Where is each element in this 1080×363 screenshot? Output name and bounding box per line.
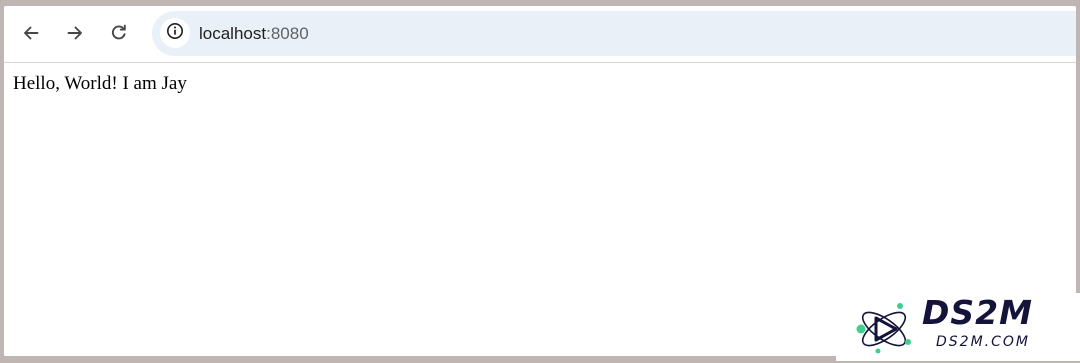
url-text[interactable]: localhost:8080 xyxy=(199,11,309,56)
arrow-right-icon xyxy=(65,23,85,43)
url-host: localhost xyxy=(199,24,267,43)
info-circle-icon xyxy=(166,22,184,45)
watermark-subtitle: DS2M.COM xyxy=(936,334,1030,350)
arrow-left-icon xyxy=(21,23,41,43)
back-button[interactable] xyxy=(16,18,46,48)
ds2m-logo-icon xyxy=(854,296,918,363)
forward-button[interactable] xyxy=(60,18,90,48)
site-info-button[interactable] xyxy=(160,18,190,48)
address-bar[interactable]: localhost:8080 xyxy=(152,11,1076,56)
reload-icon xyxy=(109,23,129,43)
watermark-title: DS2M xyxy=(922,293,1033,332)
reload-button[interactable] xyxy=(104,18,134,48)
watermark: DS2M DS2M.COM xyxy=(836,293,1080,361)
browser-toolbar: localhost:8080 xyxy=(4,6,1076,63)
url-port: :8080 xyxy=(266,24,309,43)
page-body-text: Hello, World! I am Jay xyxy=(13,73,187,94)
